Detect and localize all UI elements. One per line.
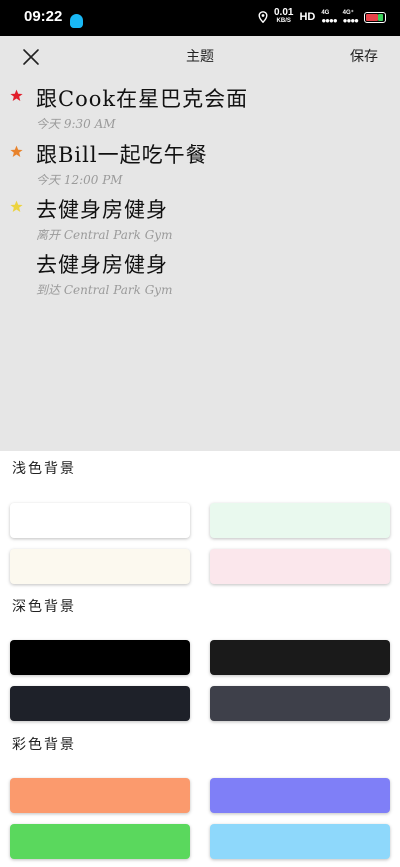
signal-2: 4G⁺ ●●●●: [342, 10, 359, 25]
theme-preview: 主题 保存 跟Cook在星巴克会面 今天 9:30 AM 跟Bill一起吃午餐 …: [0, 36, 400, 451]
reminder-subtitle: 离开 Central Park Gym: [36, 228, 173, 242]
reminder-subtitle: 今天 12:00 PM: [36, 173, 123, 187]
swatch-color-purple[interactable]: [210, 778, 390, 813]
section-label-dark: 深色背景: [12, 599, 76, 615]
reminder-subtitle: 到达 Central Park Gym: [36, 283, 173, 297]
qq-icon: [70, 14, 83, 28]
reminder-title: 跟Bill一起吃午餐: [36, 143, 208, 167]
save-button[interactable]: 保存: [350, 46, 378, 66]
reminder-subtitle: 今天 9:30 AM: [36, 117, 116, 131]
network-speed: 0.01 KB/S: [273, 7, 294, 25]
swatch-light-pink[interactable]: [210, 549, 390, 584]
swatch-color-green[interactable]: [10, 824, 190, 859]
swatch-dark-slate[interactable]: [210, 686, 390, 721]
signal-1: 4G ●●●●: [321, 10, 337, 25]
swatch-dark-charcoal[interactable]: [210, 640, 390, 675]
star-icon: [10, 200, 23, 212]
reminder-title: 跟Cook在星巴克会面: [36, 87, 249, 111]
battery-icon: [364, 11, 386, 23]
location-icon: [258, 11, 268, 23]
reminder-item: 去健身房健身 到达 Central Park Gym: [0, 249, 400, 301]
reminder-title: 去健身房健身: [36, 198, 168, 222]
section-label-color: 彩色背景: [12, 737, 76, 753]
swatch-light-white[interactable]: [10, 503, 190, 538]
reminder-title: 去健身房健身: [36, 253, 168, 277]
signal-bars-icon: ●●●●: [321, 16, 337, 25]
page-title: 主题: [186, 49, 214, 65]
reminder-item: 跟Cook在星巴克会面 今天 9:30 AM: [0, 83, 400, 135]
swatch-color-orange[interactable]: [10, 778, 190, 813]
star-icon: [10, 145, 23, 157]
signal-bars-icon: ●●●●: [342, 16, 359, 25]
status-time: 09:22: [24, 8, 63, 25]
reminder-item: 跟Bill一起吃午餐 今天 12:00 PM: [0, 139, 400, 191]
swatch-color-blue[interactable]: [210, 824, 390, 859]
toolbar: 主题 保存: [0, 36, 400, 76]
star-icon: [10, 89, 23, 101]
status-indicators: 0.01 KB/S HD 4G ●●●● 4G⁺ ●●●●: [258, 7, 386, 25]
hd-indicator: HD: [299, 11, 316, 23]
status-bar: 09:22 0.01 KB/S HD 4G ●●●● 4G⁺ ●●●●: [0, 0, 400, 36]
swatch-light-mint[interactable]: [210, 503, 390, 538]
reminder-item: 去健身房健身 离开 Central Park Gym: [0, 194, 400, 246]
section-label-light: 浅色背景: [12, 461, 76, 477]
swatch-dark-black[interactable]: [10, 640, 190, 675]
swatch-dark-navy[interactable]: [10, 686, 190, 721]
swatch-light-cream[interactable]: [10, 549, 190, 584]
